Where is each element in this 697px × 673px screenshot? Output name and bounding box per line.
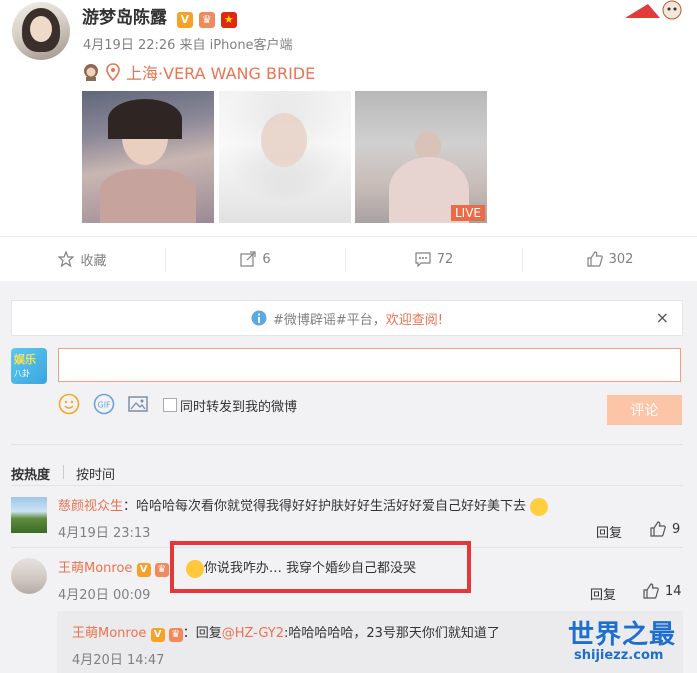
- live-tag: LIVE: [450, 205, 485, 221]
- my-avatar-subtext: 八卦: [14, 369, 30, 378]
- favorite-label: 收藏: [80, 253, 107, 269]
- info-icon: [251, 310, 267, 326]
- favorite-button[interactable]: 收藏: [0, 246, 165, 272]
- sort-by-hot[interactable]: 按热度: [11, 464, 50, 483]
- my-avatar: 娱乐 八卦: [11, 348, 47, 384]
- close-notice-icon[interactable]: ×: [656, 308, 669, 327]
- comment-time: 4月19日 23:13: [58, 526, 151, 541]
- divider: [63, 465, 64, 479]
- comment-author[interactable]: 慈颜视众生: [58, 499, 123, 514]
- member-crown-icon: ♛: [154, 563, 169, 577]
- comment-count: 72: [436, 251, 454, 267]
- emoji-icon[interactable]: [58, 393, 80, 415]
- like-button[interactable]: 302: [523, 246, 697, 272]
- thumbs-up-icon: [586, 251, 603, 267]
- post-photo-1[interactable]: [82, 91, 214, 223]
- monkey-emoji-icon: [84, 64, 98, 81]
- like-count: 302: [608, 251, 634, 267]
- divider: [11, 485, 683, 486]
- location-link[interactable]: 上海·VERA WANG BRIDE: [126, 60, 315, 84]
- divider: [0, 236, 697, 237]
- thumbs-up-icon: [643, 583, 659, 599]
- china-flag-icon: ★: [220, 12, 237, 28]
- comment-text-row: 慈颜视众生：哈哈哈每次看你就觉得我得好好护肤好好生活好好爱自己好好美下去: [58, 495, 549, 516]
- gif-icon[interactable]: GIF: [93, 393, 115, 415]
- notice-link[interactable]: 欢迎查阅!: [386, 313, 443, 328]
- comment-text: ：哈哈哈每次看你就觉得我得好好护肤好好生活好好爱自己好好美下去: [123, 499, 527, 514]
- member-crown-icon: ♛: [168, 628, 183, 642]
- thumbs-up-icon: [650, 521, 666, 537]
- watermark-title: 世界之最: [568, 620, 677, 650]
- comment-like-count: 14: [665, 583, 682, 599]
- notice-text: #微博辟谣#平台，: [272, 312, 386, 328]
- corner-sticker-icon: [625, 0, 682, 20]
- post-photo-3[interactable]: LIVE: [355, 91, 487, 223]
- sort-by-time[interactable]: 按时间: [76, 464, 115, 483]
- comment-button[interactable]: 72: [346, 246, 522, 272]
- comment-author[interactable]: 王萌Monroe: [58, 561, 132, 576]
- comment-like-button[interactable]: 14: [643, 583, 682, 599]
- sub-reply-text-row: 王萌Monroe V ♛ ：回复@HZ-GY2:哈哈哈哈哈，23号那天你们就知道了: [72, 622, 500, 642]
- comment-avatar[interactable]: [11, 558, 47, 594]
- author-name-row: 游梦岛陈露 V ♛ ★: [82, 3, 237, 28]
- member-crown-icon: ♛: [198, 12, 215, 28]
- repost-count: 6: [262, 251, 271, 267]
- comment-input[interactable]: [58, 348, 681, 382]
- comment-like-button[interactable]: 9: [650, 521, 680, 537]
- comment-icon: [415, 252, 431, 267]
- repost-icon: [240, 251, 256, 267]
- verified-badge-icon: V: [150, 628, 165, 642]
- verified-badge-icon: V: [136, 563, 151, 577]
- watermark-url: shijiezz.com: [574, 648, 664, 663]
- avatar-face: [30, 16, 52, 42]
- location-row: 上海·VERA WANG BRIDE: [82, 60, 315, 84]
- repost-checkbox[interactable]: [163, 398, 177, 412]
- submit-comment-button[interactable]: 评论: [607, 395, 682, 425]
- comment-time: 4月20日 00:09: [58, 588, 151, 603]
- reply-button[interactable]: 回复: [590, 584, 616, 603]
- my-avatar-text: 娱乐: [14, 353, 36, 366]
- star-icon: [58, 251, 75, 267]
- highlight-box: [170, 541, 471, 593]
- gif-label: GIF: [98, 401, 112, 410]
- author-name[interactable]: 游梦岛陈露: [82, 8, 167, 28]
- sub-reply-prefix: ：回复: [182, 626, 222, 641]
- rumor-notice: #微博辟谣#平台，欢迎查阅!: [11, 300, 683, 336]
- verified-badge: V: [176, 12, 193, 28]
- sub-reply-time: 4月20日 14:47: [72, 653, 165, 668]
- comment-like-count: 9: [672, 521, 681, 537]
- divider: [11, 444, 683, 445]
- repost-button[interactable]: 6: [166, 246, 345, 272]
- location-pin-icon: [106, 63, 120, 81]
- sub-reply-author[interactable]: 王萌Monroe: [72, 626, 146, 641]
- comment-avatar[interactable]: [11, 497, 47, 533]
- laughing-emoji-icon: [530, 497, 549, 516]
- author-avatar[interactable]: [12, 2, 70, 60]
- post-photo-2[interactable]: [219, 91, 351, 223]
- sub-reply-text: :哈哈哈哈哈，23号那天你们就知道了: [283, 626, 500, 641]
- repost-checkbox-label: 同时转发到我的微博: [180, 400, 298, 415]
- reply-button[interactable]: 回复: [596, 522, 622, 541]
- image-icon[interactable]: [127, 393, 149, 415]
- mention-link[interactable]: @HZ-GY2: [222, 626, 284, 641]
- post-meta: 4月19日 22:26 来自 iPhone客户端: [83, 38, 293, 53]
